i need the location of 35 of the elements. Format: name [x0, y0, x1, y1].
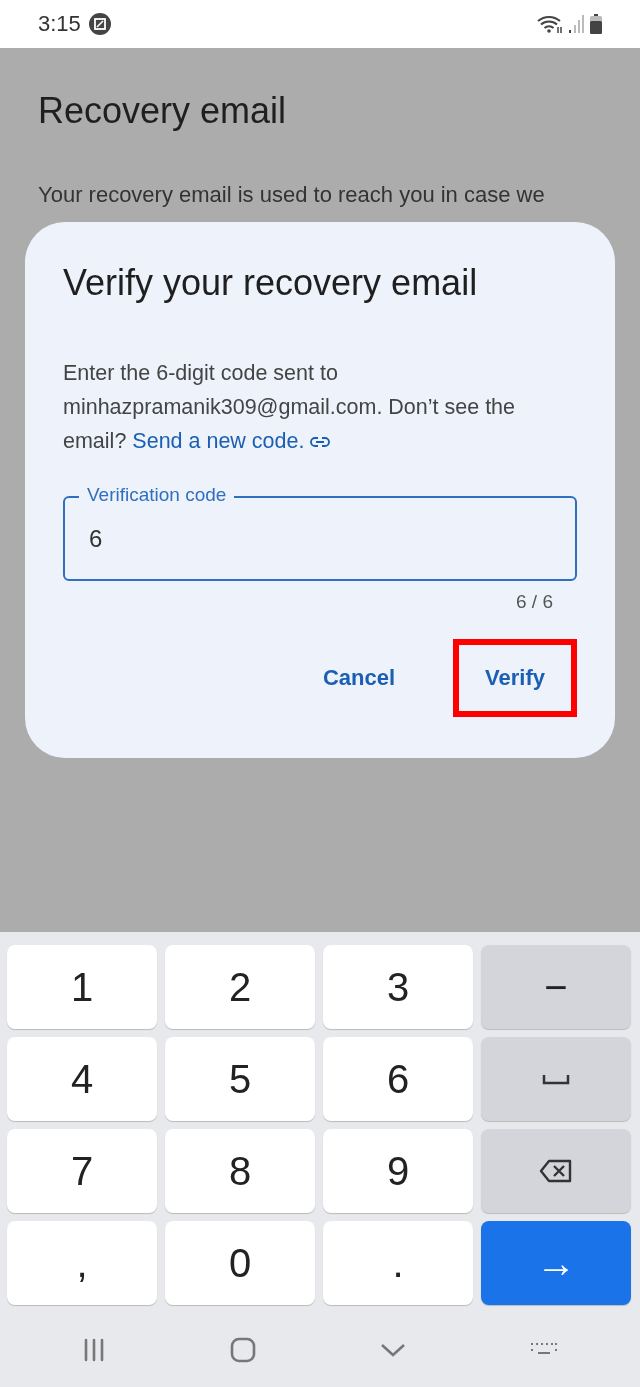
- keyboard-key[interactable]: 3: [323, 945, 473, 1029]
- keyboard-key[interactable]: 2: [165, 945, 315, 1029]
- enter-key[interactable]: →: [481, 1221, 631, 1305]
- keyboard-key[interactable]: 8: [165, 1129, 315, 1213]
- wifi-icon: [536, 14, 564, 34]
- field-value: 6: [89, 524, 103, 553]
- home-icon[interactable]: [230, 1337, 256, 1363]
- recent-apps-icon[interactable]: [82, 1338, 106, 1362]
- link-icon: [310, 436, 331, 448]
- dialog-title: Verify your recovery email: [63, 262, 479, 304]
- character-counter: 6 / 6: [515, 591, 554, 613]
- keyboard-key[interactable]: 6: [323, 1037, 473, 1121]
- screenshot-icon: [88, 13, 111, 35]
- keyboard-key[interactable]: −: [481, 945, 631, 1029]
- verification-code-field[interactable]: Verification code 6: [63, 483, 577, 581]
- keyboard-key[interactable]: ,: [7, 1221, 157, 1305]
- keyboard-key[interactable]: .: [323, 1221, 473, 1305]
- status-time: 3:15: [38, 11, 81, 37]
- keyboard-key[interactable]: 0: [165, 1221, 315, 1305]
- keyboard-key[interactable]: 1: [7, 945, 157, 1029]
- cancel-button[interactable]: Cancel: [310, 645, 408, 711]
- keyboard-key[interactable]: 9: [323, 1129, 473, 1213]
- page-title: Recovery email: [38, 90, 288, 132]
- keyboard-key[interactable]: 7: [7, 1129, 157, 1213]
- send-code-link[interactable]: Send a new code.: [132, 429, 331, 453]
- battery-icon: [590, 14, 602, 34]
- page-description: Your recovery email is used to reach you in case we: [38, 182, 546, 208]
- signal-icon: [568, 14, 586, 34]
- backspace-icon: [539, 1159, 573, 1183]
- keyboard-key[interactable]: 4: [7, 1037, 157, 1121]
- dialog-message: Enter the 6-digit code sent to minhazpramanik309@gmail.com. Don’t see the email? Send a new code.: [63, 360, 517, 455]
- keyboard-key[interactable]: 5: [165, 1037, 315, 1121]
- verify-button[interactable]: Verify: [473, 645, 557, 711]
- chevron-down-icon[interactable]: [380, 1342, 406, 1358]
- space-icon: [542, 1073, 570, 1085]
